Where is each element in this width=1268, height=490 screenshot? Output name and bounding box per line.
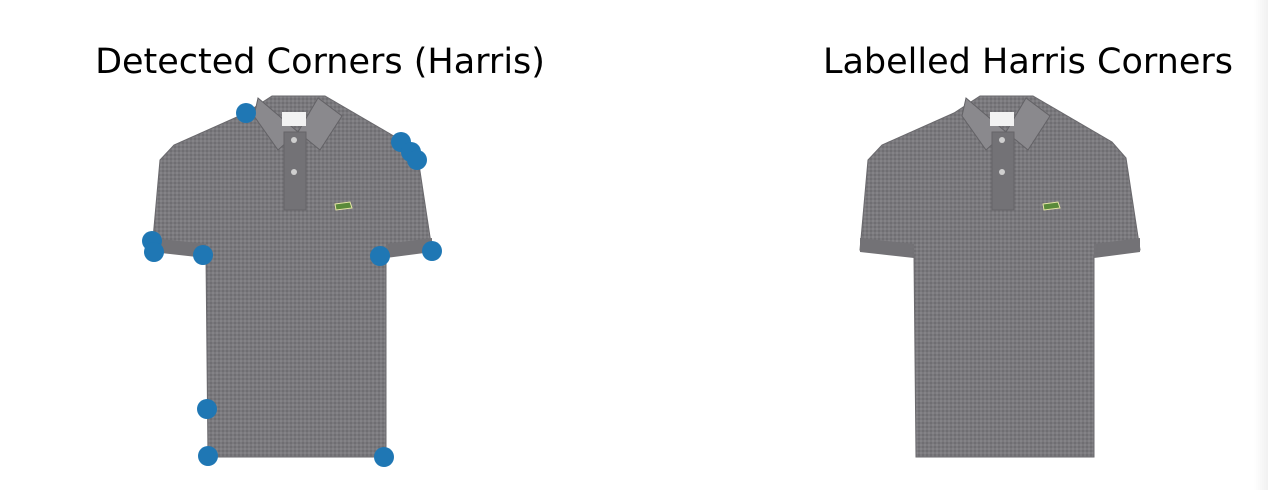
- chart-svg-left: [142, 95, 442, 467]
- chart-svg-right: lSTClSBCrSBCrSTCbLCbRC: [859, 95, 1141, 458]
- corner-point: [370, 246, 390, 266]
- corner-point: [374, 447, 394, 467]
- panel-labelled-corners: Labelled Harris Corners lSTClSBCrSBCrSTC…: [748, 0, 1268, 490]
- corner-point: [236, 103, 256, 123]
- corner-point: [198, 446, 218, 466]
- corner-point: [197, 399, 217, 419]
- corner-point: [144, 242, 164, 262]
- corner-point: [422, 241, 442, 261]
- shirt-photo: [859, 95, 1141, 458]
- corner-point: [407, 150, 427, 170]
- corner-point: [193, 245, 213, 265]
- panel-detected-corners: Detected Corners (Harris): [40, 0, 600, 490]
- window-edge: [1254, 0, 1268, 490]
- shirt-photo: [151, 95, 433, 458]
